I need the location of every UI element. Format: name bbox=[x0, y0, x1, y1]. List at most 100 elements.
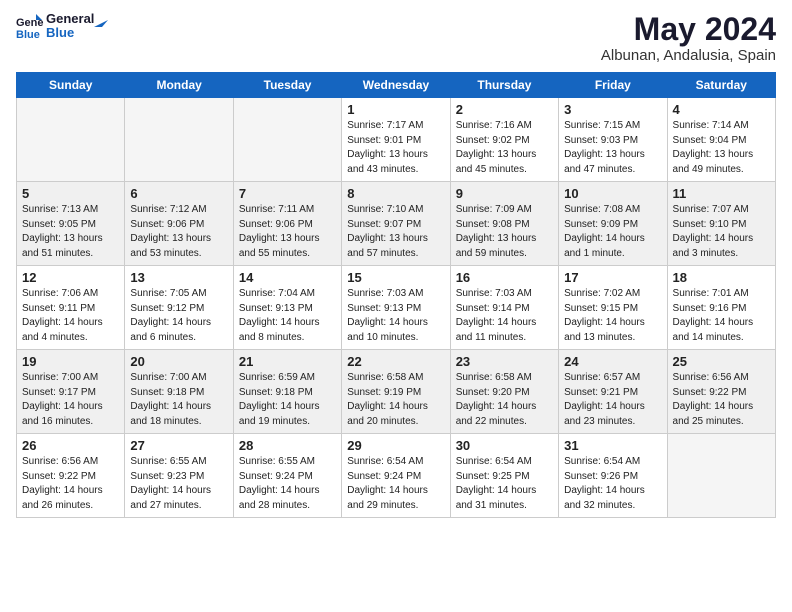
day-number: 18 bbox=[673, 270, 770, 285]
day-info: Sunrise: 7:00 AMSunset: 9:17 PMDaylight:… bbox=[22, 372, 103, 427]
calendar-day-cell bbox=[667, 434, 775, 518]
calendar-week-row: 19Sunrise: 7:00 AMSunset: 9:17 PMDayligh… bbox=[17, 350, 776, 434]
day-info: Sunrise: 7:17 AMSunset: 9:01 PMDaylight:… bbox=[347, 120, 428, 175]
col-wednesday: Wednesday bbox=[342, 73, 450, 98]
day-number: 4 bbox=[673, 102, 770, 117]
calendar-day-cell: 13 Sunrise: 7:05 AMSunset: 9:12 PMDayligh… bbox=[125, 266, 233, 350]
calendar-day-cell: 24 Sunrise: 6:57 AMSunset: 9:21 PMDayligh… bbox=[559, 350, 667, 434]
day-info: Sunrise: 7:14 AMSunset: 9:04 PMDaylight:… bbox=[673, 120, 754, 175]
col-sunday: Sunday bbox=[17, 73, 125, 98]
day-number: 14 bbox=[239, 270, 336, 285]
day-info: Sunrise: 6:58 AMSunset: 9:19 PMDaylight:… bbox=[347, 372, 428, 427]
day-info: Sunrise: 6:58 AMSunset: 9:20 PMDaylight:… bbox=[456, 372, 537, 427]
calendar-day-cell: 23Sunrise: 6:58 AMSunset: 9:20 PMDayligh… bbox=[450, 350, 558, 434]
day-number: 10 bbox=[564, 186, 661, 201]
svg-text:Blue: Blue bbox=[16, 29, 40, 40]
calendar-day-cell: 14Sunrise: 7:04 AMSunset: 9:13 PMDayligh… bbox=[233, 266, 341, 350]
calendar-day-cell: 9Sunrise: 7:09 AMSunset: 9:08 PMDaylight… bbox=[450, 182, 558, 266]
day-number: 2 bbox=[456, 102, 553, 117]
day-number: 25 bbox=[673, 354, 770, 369]
day-number: 27 bbox=[130, 438, 227, 453]
day-number: 28 bbox=[239, 438, 336, 453]
calendar-day-cell: 21Sunrise: 6:59 AMSunset: 9:18 PMDayligh… bbox=[233, 350, 341, 434]
col-monday: Monday bbox=[125, 73, 233, 98]
calendar-table: Sunday Monday Tuesday Wednesday Thursday… bbox=[16, 72, 776, 518]
calendar-day-cell: 19Sunrise: 7:00 AMSunset: 9:17 PMDayligh… bbox=[17, 350, 125, 434]
calendar-day-cell: 5 Sunrise: 7:13 AMSunset: 9:05 PMDaylight… bbox=[17, 182, 125, 266]
day-info: Sunrise: 7:10 AMSunset: 9:07 PMDaylight:… bbox=[347, 204, 428, 259]
calendar-day-cell: 16 Sunrise: 7:03 AMSunset: 9:14 PMDayligh… bbox=[450, 266, 558, 350]
calendar-day-cell bbox=[125, 98, 233, 182]
day-info: Sunrise: 6:57 AMSunset: 9:21 PMDaylight:… bbox=[564, 372, 645, 427]
calendar-day-cell: 26 Sunrise: 6:56 AMSunset: 9:22 PMDayligh… bbox=[17, 434, 125, 518]
day-number: 1 bbox=[347, 102, 444, 117]
calendar-day-cell bbox=[17, 98, 125, 182]
day-info: Sunrise: 7:16 AMSunset: 9:02 PMDaylight:… bbox=[456, 120, 537, 175]
page-container: General Blue General Blue May 2024 Albun… bbox=[0, 0, 792, 534]
day-info: Sunrise: 6:54 AMSunset: 9:25 PMDaylight:… bbox=[456, 456, 537, 511]
logo-icon: General Blue bbox=[16, 12, 44, 40]
col-thursday: Thursday bbox=[450, 73, 558, 98]
calendar-day-cell: 12Sunrise: 7:06 AMSunset: 9:11 PMDayligh… bbox=[17, 266, 125, 350]
calendar-day-cell: 17 Sunrise: 7:02 AMSunset: 9:15 PMDayligh… bbox=[559, 266, 667, 350]
calendar-day-cell bbox=[233, 98, 341, 182]
day-number: 20 bbox=[130, 354, 227, 369]
day-info: Sunrise: 6:56 AMSunset: 9:22 PMDaylight:… bbox=[673, 372, 754, 427]
day-info: Sunrise: 7:03 AMSunset: 9:13 PMDaylight:… bbox=[347, 288, 428, 343]
day-info: Sunrise: 7:11 AMSunset: 9:06 PMDaylight:… bbox=[239, 204, 320, 259]
calendar-day-cell: 27 Sunrise: 6:55 AMSunset: 9:23 PMDayligh… bbox=[125, 434, 233, 518]
col-friday: Friday bbox=[559, 73, 667, 98]
day-info: Sunrise: 7:07 AMSunset: 9:10 PMDaylight:… bbox=[673, 204, 754, 259]
calendar-day-cell: 20 Sunrise: 7:00 AMSunset: 9:18 PMDayligh… bbox=[125, 350, 233, 434]
calendar-week-row: 26 Sunrise: 6:56 AMSunset: 9:22 PMDayligh… bbox=[17, 434, 776, 518]
day-info: Sunrise: 7:05 AMSunset: 9:12 PMDaylight:… bbox=[130, 288, 211, 343]
day-info: Sunrise: 7:01 AMSunset: 9:16 PMDaylight:… bbox=[673, 288, 754, 343]
calendar-day-cell: 18 Sunrise: 7:01 AMSunset: 9:16 PMDayligh… bbox=[667, 266, 775, 350]
calendar-day-cell: 7 Sunrise: 7:11 AMSunset: 9:06 PMDaylight… bbox=[233, 182, 341, 266]
calendar-day-cell: 31Sunrise: 6:54 AMSunset: 9:26 PMDayligh… bbox=[559, 434, 667, 518]
day-info: Sunrise: 7:15 AMSunset: 9:03 PMDaylight:… bbox=[564, 120, 645, 175]
header-row: General Blue General Blue May 2024 Albun… bbox=[16, 12, 776, 64]
calendar-day-cell: 3 Sunrise: 7:15 AMSunset: 9:03 PMDaylight… bbox=[559, 98, 667, 182]
day-number: 12 bbox=[22, 270, 119, 285]
title-block: May 2024 Albunan, Andalusia, Spain bbox=[601, 12, 776, 64]
day-info: Sunrise: 7:02 AMSunset: 9:15 PMDaylight:… bbox=[564, 288, 645, 343]
calendar-day-cell: 15 Sunrise: 7:03 AMSunset: 9:13 PMDayligh… bbox=[342, 266, 450, 350]
day-info: Sunrise: 7:13 AMSunset: 9:05 PMDaylight:… bbox=[22, 204, 103, 259]
day-info: Sunrise: 6:55 AMSunset: 9:23 PMDaylight:… bbox=[130, 456, 211, 511]
calendar-day-cell: 2 Sunrise: 7:16 AMSunset: 9:02 PMDaylight… bbox=[450, 98, 558, 182]
day-number: 31 bbox=[564, 438, 661, 453]
col-saturday: Saturday bbox=[667, 73, 775, 98]
calendar-day-cell: 11Sunrise: 7:07 AMSunset: 9:10 PMDayligh… bbox=[667, 182, 775, 266]
calendar-day-cell: 25 Sunrise: 6:56 AMSunset: 9:22 PMDayligh… bbox=[667, 350, 775, 434]
day-number: 17 bbox=[564, 270, 661, 285]
logo: General Blue General Blue bbox=[16, 12, 110, 41]
day-info: Sunrise: 7:08 AMSunset: 9:09 PMDaylight:… bbox=[564, 204, 645, 259]
logo-blue: Blue bbox=[46, 26, 94, 40]
day-info: Sunrise: 6:56 AMSunset: 9:22 PMDaylight:… bbox=[22, 456, 103, 511]
day-number: 21 bbox=[239, 354, 336, 369]
calendar-day-cell: 6Sunrise: 7:12 AMSunset: 9:06 PMDaylight… bbox=[125, 182, 233, 266]
logo-general: General bbox=[46, 12, 94, 26]
day-number: 30 bbox=[456, 438, 553, 453]
calendar-header-row: Sunday Monday Tuesday Wednesday Thursday… bbox=[17, 73, 776, 98]
month-year-title: May 2024 bbox=[601, 12, 776, 47]
day-info: Sunrise: 7:03 AMSunset: 9:14 PMDaylight:… bbox=[456, 288, 537, 343]
day-info: Sunrise: 6:54 AMSunset: 9:24 PMDaylight:… bbox=[347, 456, 428, 511]
day-number: 16 bbox=[456, 270, 553, 285]
calendar-week-row: 1 Sunrise: 7:17 AMSunset: 9:01 PMDaylight… bbox=[17, 98, 776, 182]
calendar-week-row: 5 Sunrise: 7:13 AMSunset: 9:05 PMDaylight… bbox=[17, 182, 776, 266]
day-number: 15 bbox=[347, 270, 444, 285]
calendar-day-cell: 22Sunrise: 6:58 AMSunset: 9:19 PMDayligh… bbox=[342, 350, 450, 434]
calendar-day-cell: 29Sunrise: 6:54 AMSunset: 9:24 PMDayligh… bbox=[342, 434, 450, 518]
day-number: 5 bbox=[22, 186, 119, 201]
day-number: 24 bbox=[564, 354, 661, 369]
calendar-week-row: 12Sunrise: 7:06 AMSunset: 9:11 PMDayligh… bbox=[17, 266, 776, 350]
day-number: 7 bbox=[239, 186, 336, 201]
calendar-day-cell: 8Sunrise: 7:10 AMSunset: 9:07 PMDaylight… bbox=[342, 182, 450, 266]
day-info: Sunrise: 7:12 AMSunset: 9:06 PMDaylight:… bbox=[130, 204, 211, 259]
day-info: Sunrise: 7:00 AMSunset: 9:18 PMDaylight:… bbox=[130, 372, 211, 427]
day-number: 3 bbox=[564, 102, 661, 117]
day-number: 13 bbox=[130, 270, 227, 285]
day-number: 26 bbox=[22, 438, 119, 453]
